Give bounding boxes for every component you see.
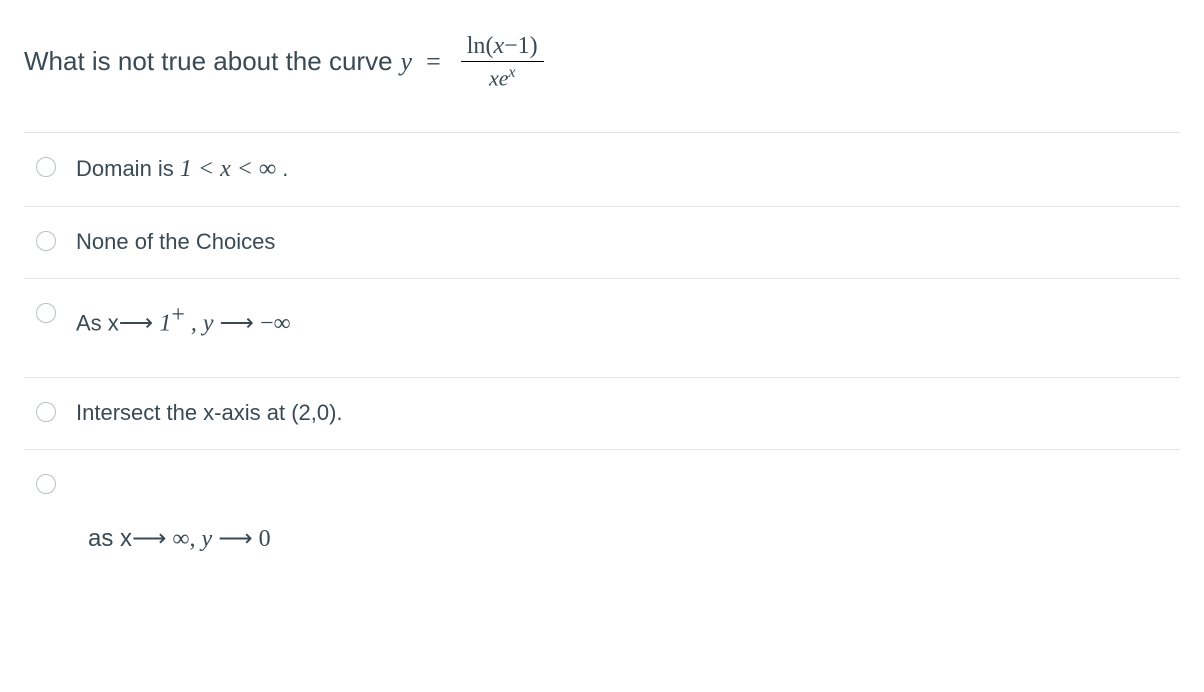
eq-equals: =: [426, 47, 441, 77]
option-row-4[interactable]: Intersect the x-axis at (2,0).: [24, 378, 1180, 450]
eq-y: y: [401, 47, 413, 77]
radio-icon[interactable]: [36, 303, 56, 323]
eq-fraction: ln(x−1) xex: [461, 32, 544, 92]
question-text: What is not true about the curve y = ln(…: [24, 32, 1180, 92]
option-row-5[interactable]: as x⟶ ∞, y ⟶ 0: [24, 450, 1180, 577]
option-label-1: Domain is 1 < x < ∞ .: [76, 153, 288, 187]
question-prefix: What is not true about the curve: [24, 46, 393, 77]
option-row-2[interactable]: None of the Choices: [24, 207, 1180, 279]
radio-icon[interactable]: [36, 157, 56, 177]
option-row-3[interactable]: As x⟶ 1+ , y ⟶ −∞: [24, 279, 1180, 378]
option-row-1[interactable]: Domain is 1 < x < ∞ .: [24, 133, 1180, 208]
fraction-numerator: ln(x−1): [461, 32, 544, 62]
option-label-5: as x⟶ ∞, y ⟶ 0: [36, 522, 271, 557]
fraction-denominator: xex: [461, 62, 544, 92]
radio-icon[interactable]: [36, 474, 56, 494]
radio-icon[interactable]: [36, 402, 56, 422]
option-label-3: As x⟶ 1+ , y ⟶ −∞: [76, 299, 291, 341]
option-label-4: Intersect the x-axis at (2,0).: [76, 398, 343, 429]
options-list: Domain is 1 < x < ∞ . None of the Choice…: [24, 132, 1180, 577]
radio-icon[interactable]: [36, 231, 56, 251]
option-label-2: None of the Choices: [76, 227, 275, 258]
